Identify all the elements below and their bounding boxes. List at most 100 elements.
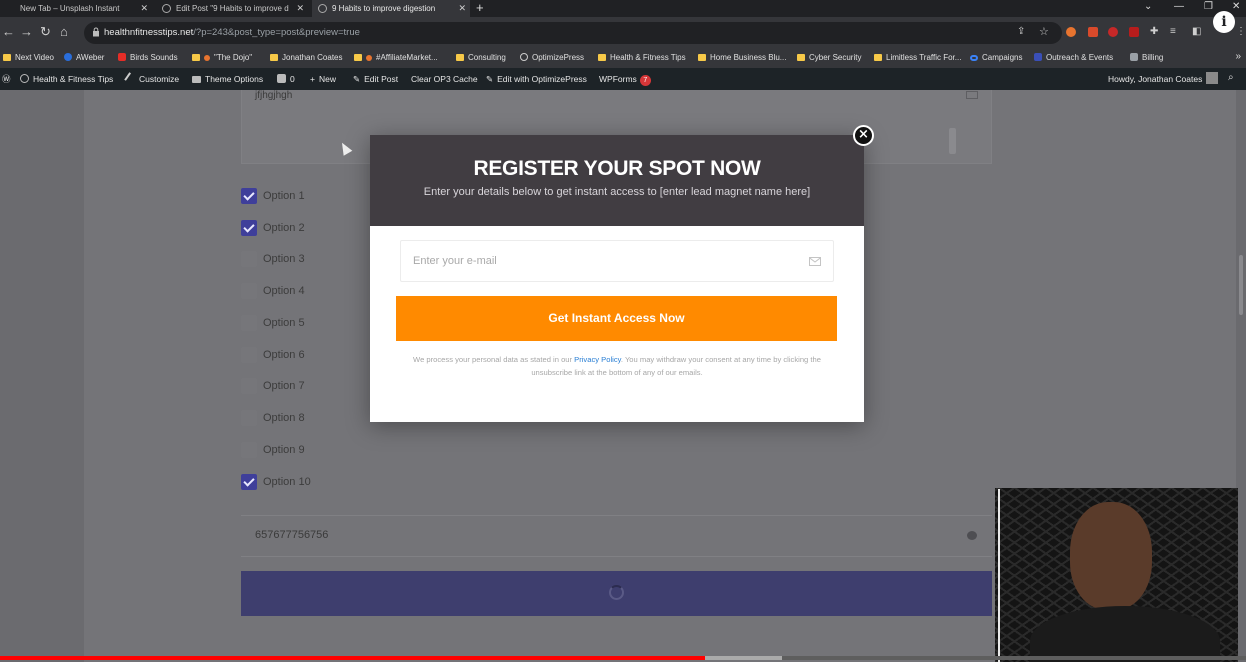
bookmark-health-fitness[interactable]: Health & Fitness Tips [598,52,686,64]
admin-account-menu[interactable]: Howdy, Jonathan Coates [1108,73,1202,85]
admin-item-label: Health & Fitness Tips [33,74,114,84]
checkbox-unchecked[interactable] [241,442,257,458]
tab-close-icon[interactable]: ✕ [458,0,466,17]
admin-comments-link[interactable]: 0 [277,73,295,85]
url-text[interactable]: healthnfitnesstips.net/?p=243&post_type=… [104,25,360,41]
privacy-policy-link[interactable]: Privacy Policy [574,355,621,364]
extension-icon[interactable] [1066,27,1076,37]
bookmark-birds-sounds[interactable]: Birds Sounds [118,52,178,64]
checkbox-label: Option 4 [263,285,305,297]
dojo-icon [204,55,210,61]
admin-edit-optimizepress-link[interactable]: ✎ Edit with OptimizePress [486,73,587,85]
textarea-scrollbar[interactable] [949,128,956,154]
tab-close-icon[interactable]: ✕ [296,0,304,17]
window-close-icon[interactable]: ✕ [1232,0,1240,14]
browser-menu-icon[interactable]: ⋮ [1236,23,1246,41]
tab-close-icon[interactable]: ✕ [140,0,148,17]
page-scrollbar-thumb[interactable] [1239,255,1243,315]
admin-theme-options-link[interactable]: Theme Options [192,73,263,85]
lock-icon[interactable] [92,27,100,37]
extensions-puzzle-icon[interactable]: ✚ [1150,23,1158,41]
checkbox-label: Option 7 [263,380,305,392]
tab-search-icon[interactable]: ⌄ [1144,0,1152,14]
bookmark-star-icon[interactable]: ☆ [1039,23,1049,41]
bookmark-home-business[interactable]: Home Business Blu... [698,52,786,64]
admin-clear-cache-link[interactable]: Clear OP3 Cache [411,73,478,85]
checkbox-option[interactable]: Option 10 [241,473,441,491]
back-arrow-icon[interactable]: ← [2,23,15,41]
checkbox-checked[interactable] [241,220,257,236]
bookmark-label: Consulting [468,53,506,62]
modal-title: REGISTER YOUR SPOT NOW [473,157,761,180]
reading-list-icon[interactable]: ≡ [1170,23,1176,41]
wordpress-logo-icon[interactable]: Ⓦ [2,73,11,85]
bookmark-billing[interactable]: Billing [1130,52,1163,64]
checkbox-unchecked[interactable] [241,410,257,426]
bookmark-affiliate-marketing[interactable]: #AffiliateMarket... [354,52,438,64]
checkbox-checked[interactable] [241,474,257,490]
admin-new-link[interactable]: + New [310,73,336,85]
pencil-icon: ✎ [486,74,494,84]
checkbox-unchecked[interactable] [241,251,257,267]
get-instant-access-button[interactable]: Get Instant Access Now [396,296,837,341]
phone-field[interactable] [241,515,992,557]
admin-item-label: Clear OP3 Cache [411,74,478,84]
bookmark-the-dojo[interactable]: "The Dojo" [192,52,252,64]
share-icon[interactable]: ⇪ [1017,23,1025,41]
bookmark-jonathan-coates[interactable]: Jonathan Coates [270,52,343,64]
forward-arrow-icon[interactable]: → [20,23,33,41]
checkbox-unchecked[interactable] [241,283,257,299]
bookmark-label: Next Video [15,53,54,62]
admin-site-link[interactable]: Health & Fitness Tips [20,73,113,85]
checkbox-unchecked[interactable] [241,347,257,363]
bookmark-campaigns[interactable]: Campaigns [970,52,1022,64]
consent-text-before: We process your personal data as stated … [413,355,575,364]
avatar[interactable] [1206,72,1218,84]
bookmarks-overflow-icon[interactable]: » [1235,51,1241,62]
admin-edit-post-link[interactable]: ✎ Edit Post [353,73,398,85]
bookmark-limitless-traffic[interactable]: Limitless Traffic For... [874,52,961,64]
browser-tab-unsplash[interactable]: New Tab – Unsplash Instant ✕ [0,0,152,17]
bookmark-next-video[interactable]: Next Video [3,52,54,64]
bookmark-label: Billing [1142,53,1164,62]
info-icon[interactable]: i [1213,11,1235,33]
checkbox-checked[interactable] [241,188,257,204]
meta-icon [970,55,978,61]
bookmark-consulting[interactable]: Consulting [456,52,506,64]
checkbox-option[interactable]: Option 9 [241,441,441,459]
reload-icon[interactable]: ↻ [40,23,51,41]
bookmark-label: OptimizePress [532,53,585,62]
restore-icon[interactable]: ❐ [1204,0,1213,14]
bookmark-aweber[interactable]: AWeber [64,52,104,64]
search-icon[interactable]: ⌕ [1228,72,1234,83]
checkbox-label: Option 10 [263,476,311,488]
checkbox-label: Option 5 [263,317,305,329]
modal-close-button[interactable]: × [853,125,874,146]
home-icon[interactable]: ⌂ [60,23,68,41]
extension-icon[interactable] [1088,27,1098,37]
extension-icon[interactable] [1108,27,1118,37]
video-progress-bar[interactable] [0,656,1246,660]
checkbox-label: Option 8 [263,412,305,424]
browser-tab-preview[interactable]: 9 Habits to improve digestion ✕ [312,0,470,17]
email-input[interactable] [413,241,803,281]
admin-item-label: Customize [139,74,180,84]
browser-tab-edit-post[interactable]: Edit Post "9 Habits to improve d ✕ [156,0,308,17]
admin-wpforms-link[interactable]: WPForms 7 [599,73,651,86]
bookmark-cyber-security[interactable]: Cyber Security [797,52,861,64]
presenter-head [1070,502,1152,610]
email-field[interactable] [400,240,834,282]
minimize-icon[interactable]: — [1174,0,1184,14]
side-panel-icon[interactable]: ◧ [1192,23,1201,41]
textarea-field-icon [966,91,978,99]
checkbox-unchecked[interactable] [241,378,257,394]
new-tab-button[interactable]: + [476,0,484,15]
bookmark-outreach-events[interactable]: Outreach & Events [1034,52,1113,64]
url-path: /?p=243&post_type=post&preview=true [193,27,360,38]
checkbox-unchecked[interactable] [241,315,257,331]
admin-customize-link[interactable]: Customize [124,72,180,85]
folder-icon [456,54,464,61]
textarea-value: jfjhgjhgh [255,90,293,101]
bookmark-optimizepress[interactable]: OptimizePress [520,52,584,64]
extension-icon[interactable] [1129,27,1139,37]
